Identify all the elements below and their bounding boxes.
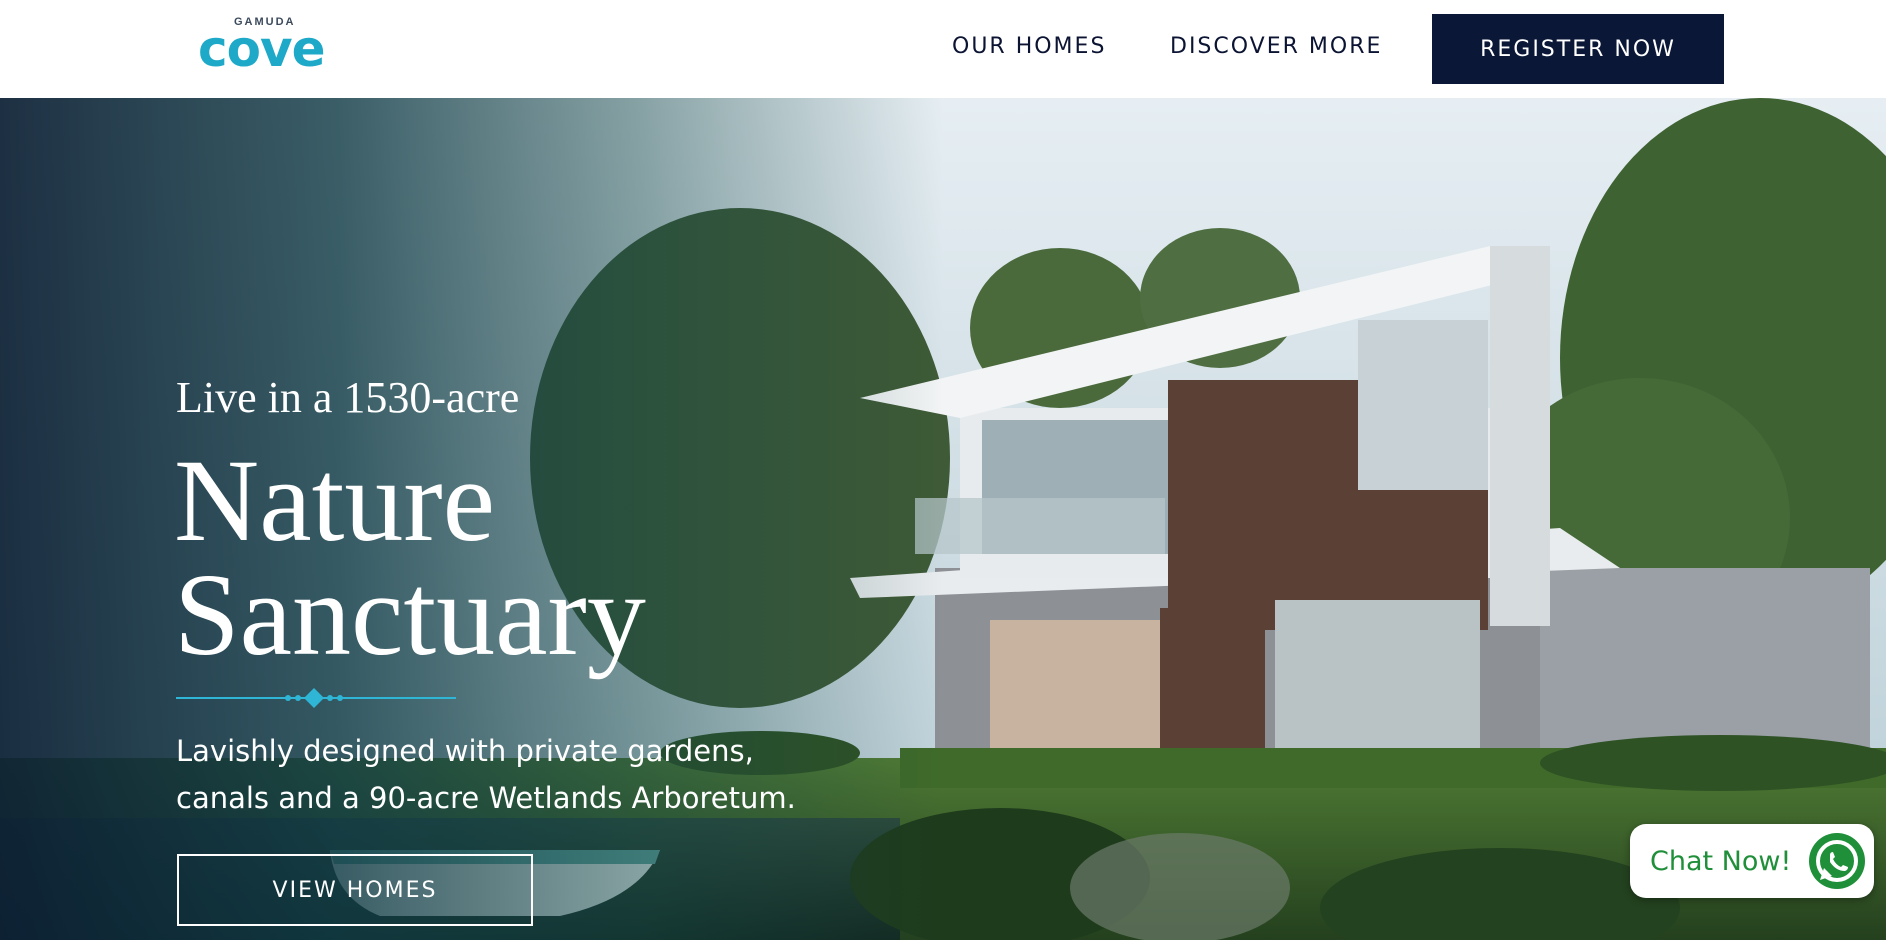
hero-eyebrow: Live in a 1530-acre bbox=[176, 373, 520, 422]
register-now-button[interactable]: REGISTER NOW bbox=[1432, 14, 1724, 84]
hero-description-line2: canals and a 90-acre Wetlands Arboretum. bbox=[176, 781, 796, 815]
hero-headline-line1: Nature bbox=[174, 435, 496, 566]
decorative-divider bbox=[176, 688, 456, 708]
hero-description: Lavishly designed with private gardens, … bbox=[176, 728, 816, 822]
hero-headline: Nature Sanctuary bbox=[174, 435, 646, 680]
view-homes-button[interactable]: VIEW HOMES bbox=[177, 854, 533, 926]
gamuda-cove-logo[interactable]: GAMUDA cove bbox=[198, 16, 338, 76]
whatsapp-icon bbox=[1809, 833, 1865, 889]
chat-now-widget[interactable]: Chat Now! bbox=[1630, 824, 1874, 898]
hero-headline-line2: Sanctuary bbox=[174, 549, 646, 680]
site-header: GAMUDA cove OUR HOMES DISCOVER MORE REGI… bbox=[0, 0, 1886, 98]
nav-our-homes[interactable]: OUR HOMES bbox=[952, 34, 1106, 59]
hero-section: Live in a 1530-acre Nature Sanctuary Lav… bbox=[0, 98, 1886, 940]
hero-description-line1: Lavishly designed with private gardens, bbox=[176, 734, 754, 768]
logo-wordmark: cove bbox=[198, 20, 325, 78]
nav-discover-more[interactable]: DISCOVER MORE bbox=[1170, 34, 1382, 59]
chat-now-label: Chat Now! bbox=[1650, 845, 1792, 877]
